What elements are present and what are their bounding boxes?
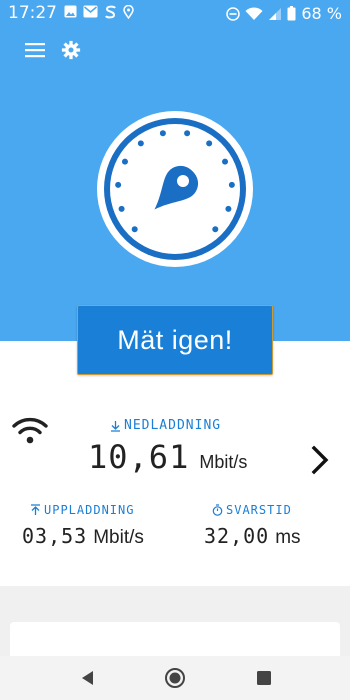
dnd-icon <box>226 6 241 21</box>
download-label: NEDLADDNING <box>110 418 250 433</box>
upload-label-text: UPPLADDNING <box>44 503 135 517</box>
gauge-icon <box>97 111 253 267</box>
wifi-status-icon <box>245 6 263 20</box>
upload-icon <box>31 504 40 515</box>
battery-level: 68 % <box>301 4 342 23</box>
upload-label: UPPLADDNING <box>30 503 134 517</box>
download-unit: Mbit/s <box>199 452 248 472</box>
wifi-icon <box>12 417 48 444</box>
ping-value: 32,00 ms <box>204 524 301 549</box>
nav-recent-icon[interactable] <box>252 666 276 690</box>
location-notification-icon <box>123 5 134 19</box>
gauge-tick <box>228 181 235 188</box>
timer-icon <box>212 504 223 516</box>
download-value: 10,61 Mbit/s <box>88 438 247 476</box>
system-icons: 68 % <box>226 4 342 23</box>
gauge-tick <box>137 140 144 147</box>
measure-again-button[interactable]: Mät igen! <box>77 305 273 375</box>
chevron-right-icon[interactable] <box>308 444 332 476</box>
gauge-tick <box>225 205 232 212</box>
gauge-tick <box>118 205 125 212</box>
gauge-tick <box>131 226 138 233</box>
upload-speed: 03,53 <box>22 524 88 548</box>
gauge-tick <box>159 130 166 137</box>
image-notification-icon <box>64 5 77 18</box>
hero-panel: 17:27 68 % <box>0 0 350 341</box>
gear-icon[interactable] <box>60 40 82 60</box>
notification-icons <box>64 5 134 19</box>
upload-value: 03,53 Mbit/s <box>22 524 144 549</box>
ping-label-text: SVARSTID <box>226 503 292 517</box>
upload-unit: Mbit/s <box>93 527 144 548</box>
download-label-text: NEDLADDNING <box>124 418 222 433</box>
ping-unit: ms <box>275 527 301 548</box>
nav-back-icon[interactable] <box>76 666 100 690</box>
signal-icon <box>269 7 282 20</box>
gauge-tick <box>115 181 122 188</box>
gauge-tick <box>222 158 229 165</box>
status-time: 17:27 <box>8 3 57 23</box>
gauge-tick <box>121 158 128 165</box>
nav-home-icon[interactable] <box>163 666 187 690</box>
ping-time: 32,00 <box>204 524 270 548</box>
gauge-tick <box>184 130 191 137</box>
download-icon <box>111 420 120 432</box>
system-nav-bar <box>0 656 350 700</box>
gauge-tick <box>206 140 213 147</box>
menu-icon[interactable] <box>24 40 46 60</box>
download-speed: 10,61 <box>88 438 190 476</box>
mail-notification-icon <box>83 5 98 18</box>
status-bar: 17:27 68 % <box>0 0 350 26</box>
gauge-tick <box>212 226 219 233</box>
ping-label: SVARSTID <box>212 503 292 517</box>
app-s-notification-icon <box>105 5 116 19</box>
battery-icon <box>287 6 296 21</box>
